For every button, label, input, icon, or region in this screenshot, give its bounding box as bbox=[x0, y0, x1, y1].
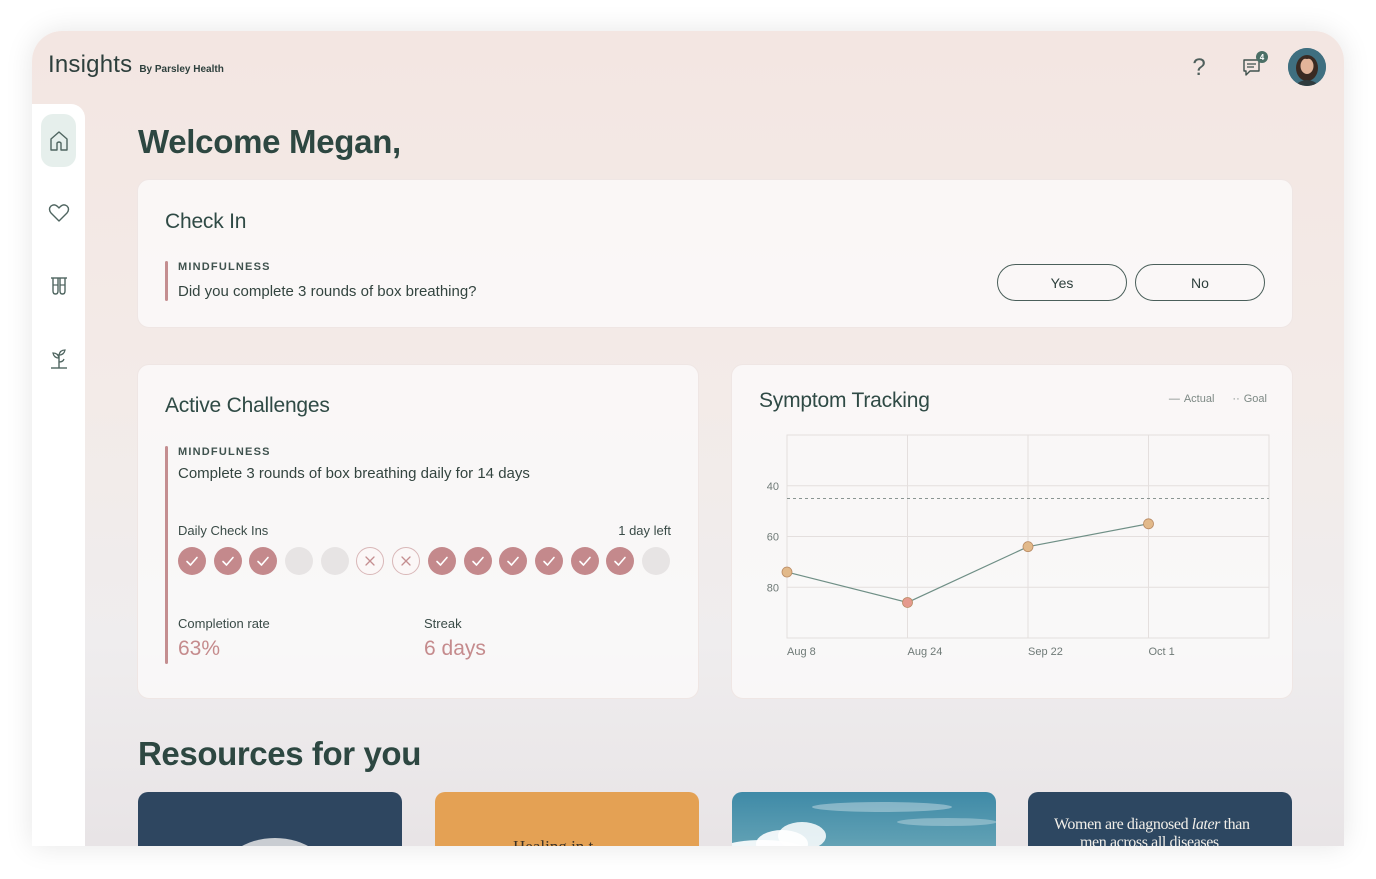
sidebar bbox=[32, 104, 85, 846]
sky-clouds-image bbox=[732, 802, 996, 846]
yes-button[interactable]: Yes bbox=[997, 264, 1127, 301]
resource-card-text: Women are diagnosed later than bbox=[1054, 816, 1250, 833]
sidebar-item-growth[interactable] bbox=[41, 331, 76, 384]
check-in-question: Did you complete 3 rounds of box breathi… bbox=[178, 283, 477, 300]
accent-bar bbox=[165, 446, 168, 664]
active-challenges-card: Active Challenges MINDFULNESS Complete 3… bbox=[137, 364, 699, 699]
resource-card-3[interactable] bbox=[732, 792, 996, 846]
resource-card-text: Healing in t bbox=[513, 837, 593, 846]
y-tick-label: 60 bbox=[767, 532, 779, 544]
sidebar-item-home[interactable] bbox=[41, 114, 76, 167]
symptom-tracking-card: Symptom Tracking — Actual ·· Goal 40 60 80 Au… bbox=[731, 364, 1293, 699]
page-title: Welcome Megan, bbox=[138, 123, 401, 160]
resource-card-4[interactable]: Women are diagnosed later than men acros… bbox=[1028, 792, 1292, 846]
resource-card-1[interactable] bbox=[138, 792, 402, 846]
test-tubes-icon bbox=[50, 276, 67, 295]
heart-icon bbox=[48, 203, 69, 222]
checkin-dot-empty bbox=[641, 547, 670, 575]
check-in-title: Check In bbox=[165, 210, 247, 233]
data-point bbox=[781, 566, 793, 578]
x-tick-label: Oct 1 bbox=[1149, 646, 1175, 658]
checkin-dot-done bbox=[213, 547, 242, 575]
checkin-dot-done bbox=[534, 547, 563, 575]
data-point bbox=[902, 597, 913, 608]
brand-subtitle: By Parsley Health bbox=[139, 64, 224, 75]
data-point bbox=[1022, 541, 1034, 553]
avatar-image bbox=[1288, 48, 1326, 86]
x-tick-label: Aug 8 bbox=[787, 646, 816, 658]
streak-label: Streak bbox=[424, 616, 462, 631]
resource-card-2[interactable]: Healing in t bbox=[435, 792, 699, 846]
completion-rate-label: Completion rate bbox=[178, 616, 270, 631]
check-in-category: MINDFULNESS bbox=[178, 261, 271, 273]
app-window: Insights By Parsley Health ? 4 Welcome M… bbox=[32, 31, 1344, 846]
checkin-dot-done bbox=[570, 547, 599, 575]
checkin-dot-empty bbox=[285, 547, 314, 575]
checkin-dot-missed bbox=[392, 547, 421, 575]
home-icon bbox=[49, 130, 68, 151]
checkin-dot-done bbox=[499, 547, 528, 575]
streak-value: 6 days bbox=[424, 637, 486, 660]
x-tick-label: Sep 22 bbox=[1028, 646, 1063, 658]
avatar[interactable] bbox=[1288, 48, 1326, 86]
actual-line bbox=[786, 523, 1149, 604]
symptom-chart: 40 60 80 Aug 8 Aug 24 Sep 22 Oct 1 bbox=[767, 434, 1270, 658]
notification-badge: 4 bbox=[1256, 51, 1268, 63]
checkin-dot-missed bbox=[356, 547, 385, 575]
no-button[interactable]: No bbox=[1135, 264, 1265, 301]
messages-button[interactable]: 4 bbox=[1238, 51, 1268, 83]
daily-checkins-label: Daily Check Ins bbox=[178, 523, 269, 538]
checkin-dot-empty bbox=[320, 547, 349, 575]
challenge-description: Complete 3 rounds of box breathing daily… bbox=[178, 465, 530, 482]
resources-title: Resources for you bbox=[138, 735, 421, 772]
checkin-dot-done bbox=[427, 547, 456, 575]
y-tick-label: 40 bbox=[767, 481, 779, 493]
brand-logo[interactable]: Insights By Parsley Health bbox=[48, 51, 224, 79]
y-tick-label: 80 bbox=[767, 582, 779, 594]
completion-rate-value: 63% bbox=[178, 637, 221, 660]
challenge-category: MINDFULNESS bbox=[178, 446, 271, 458]
resource-card-text-line2: men across all diseases bbox=[1080, 834, 1219, 846]
checkin-dots bbox=[178, 547, 670, 575]
check-in-card: Check In MINDFULNESS Did you complete 3 … bbox=[137, 179, 1293, 328]
checkin-dot-done bbox=[178, 547, 206, 575]
resource-image bbox=[220, 838, 330, 846]
sidebar-item-health[interactable] bbox=[41, 186, 76, 239]
checkin-dot-done bbox=[463, 547, 492, 575]
sidebar-item-labs[interactable] bbox=[41, 259, 76, 312]
data-point bbox=[1143, 518, 1154, 530]
days-left-label: 1 day left bbox=[618, 523, 671, 538]
help-icon[interactable]: ? bbox=[1184, 53, 1214, 83]
checkin-dot-done bbox=[606, 547, 635, 575]
challenges-title: Active Challenges bbox=[165, 394, 330, 417]
x-tick-label: Aug 24 bbox=[908, 646, 943, 658]
plant-icon bbox=[50, 348, 67, 369]
accent-bar bbox=[165, 261, 168, 301]
brand-title: Insights bbox=[48, 51, 133, 78]
checkin-dot-done bbox=[249, 547, 278, 575]
